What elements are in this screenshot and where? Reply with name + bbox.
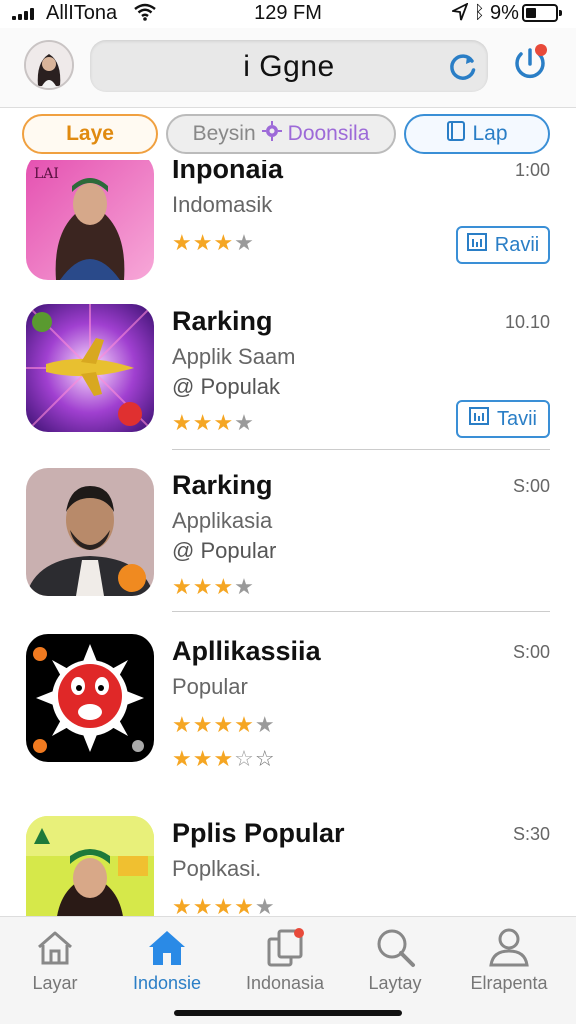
filter-bar: Laye Beysin Doonsila Lap [0,108,576,160]
search-bar[interactable]: i Ggne [90,40,488,92]
filter-label: Laye [66,122,114,145]
list-item[interactable]: Apllikassiia Popular S:00 ★★★★★ ★★★☆☆ [0,626,576,786]
avatar[interactable] [24,40,74,90]
divider [172,449,550,450]
tab-bar: Layar Indonsie Indonasia Laytay Elrapent… [0,916,576,1024]
tab-label: Indonasia [245,973,325,993]
filter-label-secondary: Doonsila [287,122,370,145]
filter-label: Lap [472,122,508,145]
battery-icon [522,4,562,22]
app-time: 1:00 [514,160,550,180]
app-subtitle: Applik Saam [172,344,296,369]
rating-stars: ★★★★★ [172,712,276,737]
tab-laytay[interactable]: Laytay [340,925,450,994]
app-title: Inponaia [172,160,284,184]
battery-percent: 9% [490,2,519,24]
tab-elrapenta[interactable]: Elrapenta [454,925,564,994]
app-thumbnail [26,304,154,432]
app-thumbnail [26,816,154,916]
filter-pill-lap[interactable]: Lap [404,114,550,154]
tab-label: Indonsie [132,973,202,993]
search-title: i Ggne [243,50,335,83]
rating-stars: ★★★★★ [172,894,276,916]
home-filled-icon [112,925,222,969]
tab-label: Layar [32,973,78,993]
rating-stars: ★★★★ [172,410,255,435]
app-subtitle: Popular [172,674,248,699]
app-title: Rarking [172,470,273,500]
filter-pill-beysin[interactable]: Beysin Doonsila [166,114,396,154]
app-header: i Ggne [0,28,576,108]
action-label: Ravii [494,233,540,256]
list-item[interactable]: Rarking Applik Saam @ Populak 10.10 ★★★★… [0,296,576,448]
home-outline-icon [0,925,110,969]
chart-icon [466,233,487,257]
app-category: @ Popular [172,538,277,563]
app-title: Rarking [172,306,273,336]
action-label: Tavii [496,407,537,430]
tab-indonsie[interactable]: Indonsie [112,925,222,994]
search-icon [340,925,450,969]
bluetooth-icon: ᛒ [474,2,485,22]
app-category: @ Populak [172,374,280,399]
tab-label: Elrapenta [470,973,548,993]
filter-pill-laye[interactable]: Laye [22,114,158,154]
app-title: Pplis Popular [172,818,345,848]
tavii-button[interactable]: Tavii [456,400,550,438]
app-thumbnail [26,634,154,762]
apps-notification-icon [230,925,340,969]
rating-stars: ★★★★ [172,230,255,255]
app-subtitle: Poplkasi. [172,856,262,881]
app-list: LAI Inponaia Indomasik 1:00 ★★★★ Ravii R… [0,160,576,916]
refresh-icon[interactable] [448,52,478,87]
status-bar: AllITona 129 FM ᛒ 9% [0,0,576,28]
person-icon [454,925,564,969]
app-subtitle: Indomasik [172,192,273,217]
tab-label: Laytay [368,973,422,993]
location-arrow-icon [450,2,469,26]
rating-stars-secondary: ★★★☆☆ [172,746,276,771]
app-thumbnail: LAI [26,160,154,280]
document-icon [446,120,466,148]
list-item[interactable]: Rarking Applikasia @ Popular S:00 ★★★★ [0,460,576,612]
chart-icon [468,407,489,431]
app-time: S:00 [512,476,550,496]
app-title: Apllikassiia [172,636,321,666]
power-notification-icon[interactable] [510,42,550,82]
tab-indonasia[interactable]: Indonasia [230,925,340,994]
list-item[interactable]: Pplis Popular Poplkasi. S:30 ★★★★★ [0,808,576,916]
home-indicator[interactable] [174,1010,402,1016]
divider [172,611,550,612]
app-time: 10.10 [504,312,550,332]
ravii-button[interactable]: Ravii [456,226,550,264]
rating-stars: ★★★★ [172,574,255,599]
app-subtitle: Applikasia [172,508,273,533]
filter-label: Beysin [192,122,256,145]
tab-layar[interactable]: Layar [0,925,110,994]
app-time: S:00 [512,642,550,662]
list-item[interactable]: LAI Inponaia Indomasik 1:00 ★★★★ Ravii [0,160,576,296]
app-thumbnail [26,468,154,596]
gear-icon [261,121,282,147]
svg-text:LAI: LAI [34,166,59,182]
app-time: S:30 [512,824,550,844]
